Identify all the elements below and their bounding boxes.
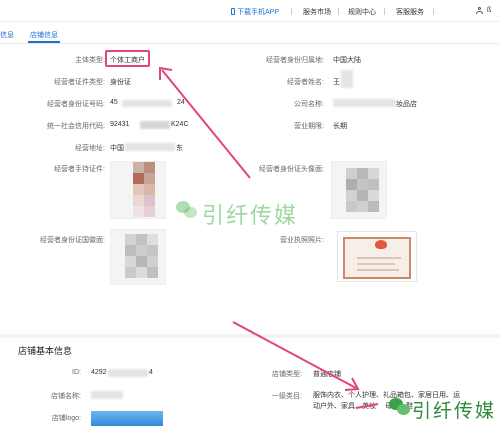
id-type-label: 经营者证件类型: (54, 79, 105, 86)
id-avatar-side-label: 经营者身份证头像面: (259, 166, 324, 173)
address-suffix: 东 (176, 145, 183, 152)
shop-logo-label: 店铺logo: (51, 415, 81, 422)
operator-name-label: 经营者姓名: (287, 79, 324, 86)
business-period-label: 营业期限: (294, 123, 324, 130)
shop-id-suffix: 4 (149, 369, 153, 376)
nav-divider (433, 8, 434, 15)
phone-icon (231, 8, 235, 15)
nav-divider (338, 8, 339, 15)
id-region-value: 中国大陆 (333, 57, 361, 64)
redacted-shop-name (91, 391, 123, 399)
subject-type-label: 主体类型: (75, 57, 105, 64)
shop-name-label: 店铺名称: (51, 393, 81, 400)
id-avatar-side-photo[interactable] (331, 161, 387, 219)
id-region-label: 经营者身份归属地: (266, 57, 324, 64)
business-period-value: 长期 (333, 123, 347, 130)
primary-category-label: 一级类目: (272, 393, 302, 400)
shop-basic-info-title: 店铺基本信息 (18, 346, 73, 356)
address-label: 经营地址: (75, 145, 105, 152)
company-name-suffix: 妆品店 (396, 101, 417, 108)
redacted-company-name (333, 99, 396, 107)
top-navigation: 下载手机APP 服务市场 规则中心 客服服务 ß (0, 0, 499, 22)
shop-id-prefix: 4292 (91, 369, 107, 376)
tab-shop-info[interactable]: 店铺信息 (30, 30, 58, 40)
customer-service-link[interactable]: 客服服务 (396, 7, 424, 17)
watermark-text: 引纤传媒 (202, 204, 299, 229)
rules-center-link[interactable]: 规则中心 (348, 7, 376, 17)
credit-code-suffix: K24C (171, 121, 189, 128)
tab-bar: 信息 店铺信息 (0, 22, 499, 44)
business-license-photo[interactable] (337, 231, 417, 282)
download-app-link[interactable]: 下载手机APP (231, 7, 279, 17)
nav-divider (384, 8, 385, 15)
shop-type-value: 普通店铺 (313, 371, 341, 378)
user-icon[interactable] (476, 7, 483, 14)
handheld-id-label: 经营者手持证件: (54, 166, 105, 173)
watermark-logo-icon (389, 396, 411, 418)
download-app-label: 下载手机APP (237, 9, 280, 16)
business-license-label: 营业执照照片: (280, 237, 324, 244)
primary-category-line2: 动户外、家具、美妆 (313, 403, 376, 410)
arrowhead (344, 377, 360, 391)
shop-type-label: 店铺类型: (272, 371, 302, 378)
redacted-name (341, 70, 353, 88)
license-seal (375, 240, 387, 249)
shop-logo-image[interactable] (91, 411, 163, 426)
id-number-prefix: 45 (110, 99, 118, 106)
address-prefix: 中国 (110, 145, 124, 152)
credit-code-label: 统一社会信用代码: (47, 123, 105, 130)
arrowhead (159, 66, 173, 80)
watermark-logo-icon (176, 199, 198, 221)
redacted-address (125, 143, 175, 151)
section-divider (0, 334, 499, 338)
shop-id-label: ID: (72, 369, 81, 376)
highlight-box (105, 50, 150, 67)
active-tab-indicator (28, 41, 60, 43)
tab-info[interactable]: 信息 (0, 30, 14, 40)
redacted-credit-code (140, 121, 170, 129)
redacted-id-number (122, 100, 172, 107)
credit-code-prefix: 92431 (110, 121, 130, 128)
id-number-label: 经营者身份证号码: (47, 101, 105, 108)
id-number-suffix: 24 (177, 99, 185, 106)
id-emblem-side-label: 经营者身份证国徽面: (40, 237, 105, 244)
id-emblem-side-photo[interactable] (110, 229, 166, 285)
user-name[interactable]: ß (487, 7, 491, 14)
id-type-value: 身份证 (110, 79, 131, 86)
company-name-label: 公司名称: (294, 101, 324, 108)
nav-divider (291, 8, 292, 15)
service-market-link[interactable]: 服务市场 (303, 7, 331, 17)
watermark-text: 引纤传媒 (412, 400, 497, 422)
operator-name-value: 王 (333, 79, 340, 86)
redacted-shop-id (108, 369, 148, 377)
handheld-id-photo[interactable] (110, 161, 166, 219)
